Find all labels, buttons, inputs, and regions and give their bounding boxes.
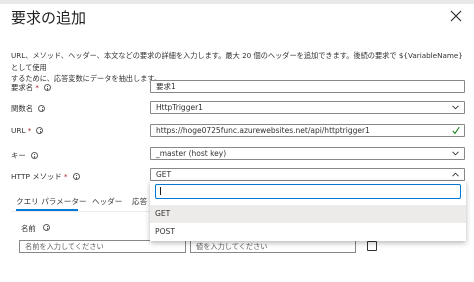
info-icon[interactable]: [72, 173, 80, 180]
param-value-input[interactable]: 値を入力してください: [190, 240, 356, 253]
function-name-value: HttpTrigger1: [156, 103, 203, 112]
top-strip: [0, 0, 474, 4]
url-field[interactable]: [150, 124, 465, 137]
chevron-down-icon: [452, 151, 459, 156]
description-line-1: URL、メソッド、ヘッダー、本文などの要求の詳細を入力します。最大 20 個のヘ…: [11, 51, 463, 72]
key-label-text: キー: [11, 151, 26, 160]
url-label: URL *: [11, 126, 44, 135]
text-caret: [160, 187, 161, 195]
close-button[interactable]: [449, 8, 463, 22]
param-name-placeholder: 名前を入力してください: [25, 242, 104, 251]
request-name-input[interactable]: [156, 81, 464, 92]
tab-query-parameters[interactable]: クエリ パラメーター: [16, 196, 87, 207]
active-tab-indicator: [16, 209, 78, 211]
required-marker: *: [63, 172, 68, 181]
required-marker: *: [35, 83, 39, 92]
param-name-input[interactable]: 名前を入力してください: [19, 240, 186, 253]
http-method-label-text: HTTP メソッド: [11, 172, 62, 181]
dropdown-search-input[interactable]: [155, 184, 461, 199]
request-name-field[interactable]: [150, 80, 465, 93]
request-name-label: 要求名 *: [11, 82, 51, 93]
key-label: キー: [11, 150, 38, 161]
tab-response[interactable]: 応答: [132, 196, 147, 207]
check-icon: [452, 126, 460, 135]
http-method-dropdown[interactable]: GET: [150, 168, 465, 181]
dialog-title: 要求の追加: [11, 9, 87, 27]
name-column-label: 名前: [21, 224, 36, 233]
chevron-up-icon: [452, 172, 459, 177]
request-name-label-text: 要求名: [11, 83, 34, 92]
param-value-placeholder: 値を入力してください: [196, 242, 268, 251]
name-column-header: 名前: [21, 223, 51, 234]
close-icon: [450, 10, 462, 22]
dropdown-option-get[interactable]: GET: [150, 205, 466, 223]
info-icon[interactable]: [43, 224, 51, 231]
function-name-dropdown[interactable]: HttpTrigger1: [150, 101, 465, 114]
tab-headers[interactable]: ヘッダー: [92, 196, 122, 207]
chevron-down-icon: [452, 105, 459, 110]
key-value: _master (host key): [156, 149, 227, 158]
url-label-text: URL: [11, 126, 26, 135]
http-method-dropdown-list: GET POST: [150, 181, 466, 241]
tab-bar-divider: [11, 211, 151, 212]
function-name-label: 関数名: [11, 103, 46, 114]
param-checkbox[interactable]: [367, 241, 377, 251]
dropdown-option-post[interactable]: POST: [150, 223, 466, 241]
http-method-label: HTTP メソッド *: [11, 171, 80, 182]
http-method-value: GET: [156, 170, 172, 179]
info-icon[interactable]: [36, 127, 44, 134]
required-marker: *: [27, 126, 32, 135]
function-name-label-text: 関数名: [11, 104, 34, 113]
key-dropdown[interactable]: _master (host key): [150, 147, 465, 160]
url-input[interactable]: [156, 125, 451, 136]
info-icon[interactable]: [43, 84, 51, 91]
info-icon[interactable]: [38, 105, 46, 112]
info-icon[interactable]: [30, 152, 38, 159]
